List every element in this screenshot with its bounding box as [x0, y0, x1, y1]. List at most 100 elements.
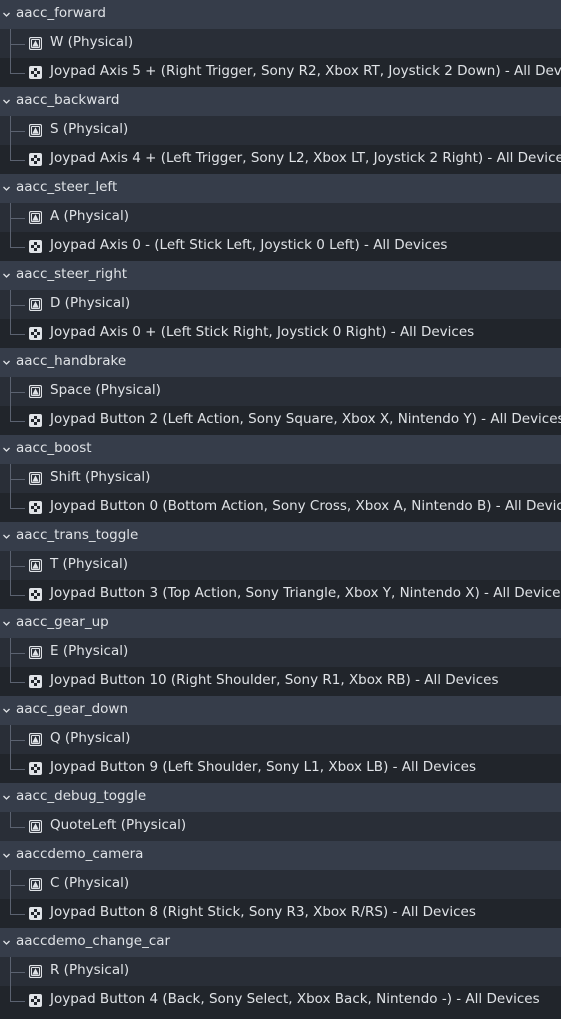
keyboard-icon — [29, 37, 42, 50]
event-label: Joypad Button 4 (Back, Sony Select, Xbox… — [50, 991, 540, 1007]
chevron-down-icon[interactable] — [2, 532, 11, 541]
event-row[interactable]: Joypad Button 3 (Top Action, Sony Triang… — [0, 580, 561, 609]
tree-guide-line — [10, 406, 11, 422]
tree-guide-branch — [10, 131, 25, 132]
event-row[interactable]: R (Physical) — [0, 957, 561, 986]
event-row[interactable]: Joypad Button 10 (Right Shoulder, Sony R… — [0, 667, 561, 696]
event-row[interactable]: QuoteLeft (Physical) — [0, 812, 561, 841]
event-row[interactable]: S (Physical) — [0, 116, 561, 145]
chevron-down-icon[interactable] — [2, 706, 11, 715]
chevron-down-icon[interactable] — [2, 851, 11, 860]
tree-guide-branch — [10, 479, 25, 480]
tree-guide-line — [10, 58, 11, 74]
tree-guide-branch — [10, 44, 25, 45]
event-row[interactable]: Joypad Button 2 (Left Action, Sony Squar… — [0, 406, 561, 435]
event-row[interactable]: D (Physical) — [0, 290, 561, 319]
event-label: Joypad Button 2 (Left Action, Sony Squar… — [50, 411, 561, 427]
tree-guide-line — [10, 754, 11, 770]
keyboard-icon — [29, 733, 42, 746]
action-row-aacc-steer-left[interactable]: aacc_steer_left — [0, 174, 561, 203]
input-map-tree: aacc_forward W (Physical) Joypad Axis 5 + … — [0, 0, 561, 1019]
gamepad-icon — [29, 588, 42, 601]
tree-guide-line — [10, 145, 11, 161]
action-name-label: aaccdemo_change_car — [16, 933, 171, 949]
event-row[interactable]: Joypad Button 9 (Left Shoulder, Sony L1,… — [0, 754, 561, 783]
chevron-down-icon[interactable] — [2, 10, 11, 19]
action-row-aaccdemo-camera[interactable]: aaccdemo_camera — [0, 841, 561, 870]
action-row-aacc-steer-right[interactable]: aacc_steer_right — [0, 261, 561, 290]
chevron-down-icon[interactable] — [2, 271, 11, 280]
action-name-label: aacc_handbrake — [16, 353, 127, 369]
tree-guide-branch — [10, 160, 25, 161]
action-name-label: aacc_boost — [16, 440, 92, 456]
event-label: S (Physical) — [50, 121, 129, 137]
action-row-aacc-handbrake[interactable]: aacc_handbrake — [0, 348, 561, 377]
action-row-aacc-trans-toggle[interactable]: aacc_trans_toggle — [0, 522, 561, 551]
tree-guide-branch — [10, 682, 25, 683]
chevron-down-icon[interactable] — [2, 445, 11, 454]
tree-guide-branch — [10, 73, 25, 74]
action-row-aaccdemo-change-car[interactable]: aaccdemo_change_car — [0, 928, 561, 957]
action-row-aacc-backward[interactable]: aacc_backward — [0, 87, 561, 116]
event-row[interactable]: Joypad Axis 4 + (Left Trigger, Sony L2, … — [0, 145, 561, 174]
keyboard-icon — [29, 965, 42, 978]
tree-guide-line — [10, 986, 11, 1002]
event-row[interactable]: C (Physical) — [0, 870, 561, 899]
keyboard-icon — [29, 298, 42, 311]
event-row[interactable]: W (Physical) — [0, 29, 561, 58]
gamepad-icon — [29, 66, 42, 79]
event-row[interactable]: Joypad Axis 0 + (Left Stick Right, Joyst… — [0, 319, 561, 348]
event-row[interactable]: T (Physical) — [0, 551, 561, 580]
keyboard-icon — [29, 646, 42, 659]
chevron-down-icon[interactable] — [2, 184, 11, 193]
event-label: E (Physical) — [50, 643, 129, 659]
chevron-down-icon[interactable] — [2, 619, 11, 628]
event-row[interactable]: Q (Physical) — [0, 725, 561, 754]
action-row-aacc-boost[interactable]: aacc_boost — [0, 435, 561, 464]
event-label: Joypad Button 10 (Right Shoulder, Sony R… — [50, 672, 499, 688]
gamepad-icon — [29, 762, 42, 775]
event-label: Joypad Axis 5 + (Right Trigger, Sony R2,… — [50, 63, 561, 79]
tree-guide-branch — [10, 769, 25, 770]
tree-guide-line — [10, 812, 11, 828]
event-row[interactable]: Joypad Button 4 (Back, Sony Select, Xbox… — [0, 986, 561, 1015]
event-row[interactable]: Space (Physical) — [0, 377, 561, 406]
action-name-label: aacc_steer_left — [16, 179, 118, 195]
event-label: C (Physical) — [50, 875, 130, 891]
keyboard-icon — [29, 472, 42, 485]
tree-guide-branch — [10, 595, 25, 596]
event-row[interactable]: Joypad Button 0 (Bottom Action, Sony Cro… — [0, 493, 561, 522]
chevron-down-icon[interactable] — [2, 793, 11, 802]
action-row-aacc-debug-toggle[interactable]: aacc_debug_toggle — [0, 783, 561, 812]
tree-guide-line — [10, 899, 11, 915]
event-row[interactable]: A (Physical) — [0, 203, 561, 232]
event-row[interactable]: Joypad Axis 0 - (Left Stick Left, Joysti… — [0, 232, 561, 261]
tree-guide-branch — [10, 914, 25, 915]
action-name-label: aacc_gear_down — [16, 701, 129, 717]
action-name-label: aacc_trans_toggle — [16, 527, 139, 543]
event-label: A (Physical) — [50, 208, 129, 224]
tree-guide-branch — [10, 218, 25, 219]
keyboard-icon — [29, 211, 42, 224]
action-row-aacc-gear-down[interactable]: aacc_gear_down — [0, 696, 561, 725]
event-row[interactable]: Joypad Axis 5 + (Right Trigger, Sony R2,… — [0, 58, 561, 87]
action-name-label: aacc_gear_up — [16, 614, 109, 630]
keyboard-icon — [29, 124, 42, 137]
tree-guide-branch — [10, 740, 25, 741]
tree-guide-branch — [10, 305, 25, 306]
tree-guide-branch — [10, 653, 25, 654]
chevron-down-icon[interactable] — [2, 97, 11, 106]
chevron-down-icon[interactable] — [2, 358, 11, 367]
tree-guide-branch — [10, 392, 25, 393]
chevron-down-icon[interactable] — [2, 938, 11, 947]
event-row[interactable]: E (Physical) — [0, 638, 561, 667]
event-row[interactable]: Shift (Physical) — [0, 464, 561, 493]
action-row-aacc-gear-up[interactable]: aacc_gear_up — [0, 609, 561, 638]
tree-guide-branch — [10, 508, 25, 509]
event-label: Joypad Axis 0 - (Left Stick Left, Joysti… — [50, 237, 448, 253]
tree-guide-line — [10, 319, 11, 335]
event-row[interactable]: Joypad Button 8 (Right Stick, Sony R3, X… — [0, 899, 561, 928]
action-name-label: aaccdemo_camera — [16, 846, 144, 862]
action-row-aacc-forward[interactable]: aacc_forward — [0, 0, 561, 29]
event-label: QuoteLeft (Physical) — [50, 817, 187, 833]
